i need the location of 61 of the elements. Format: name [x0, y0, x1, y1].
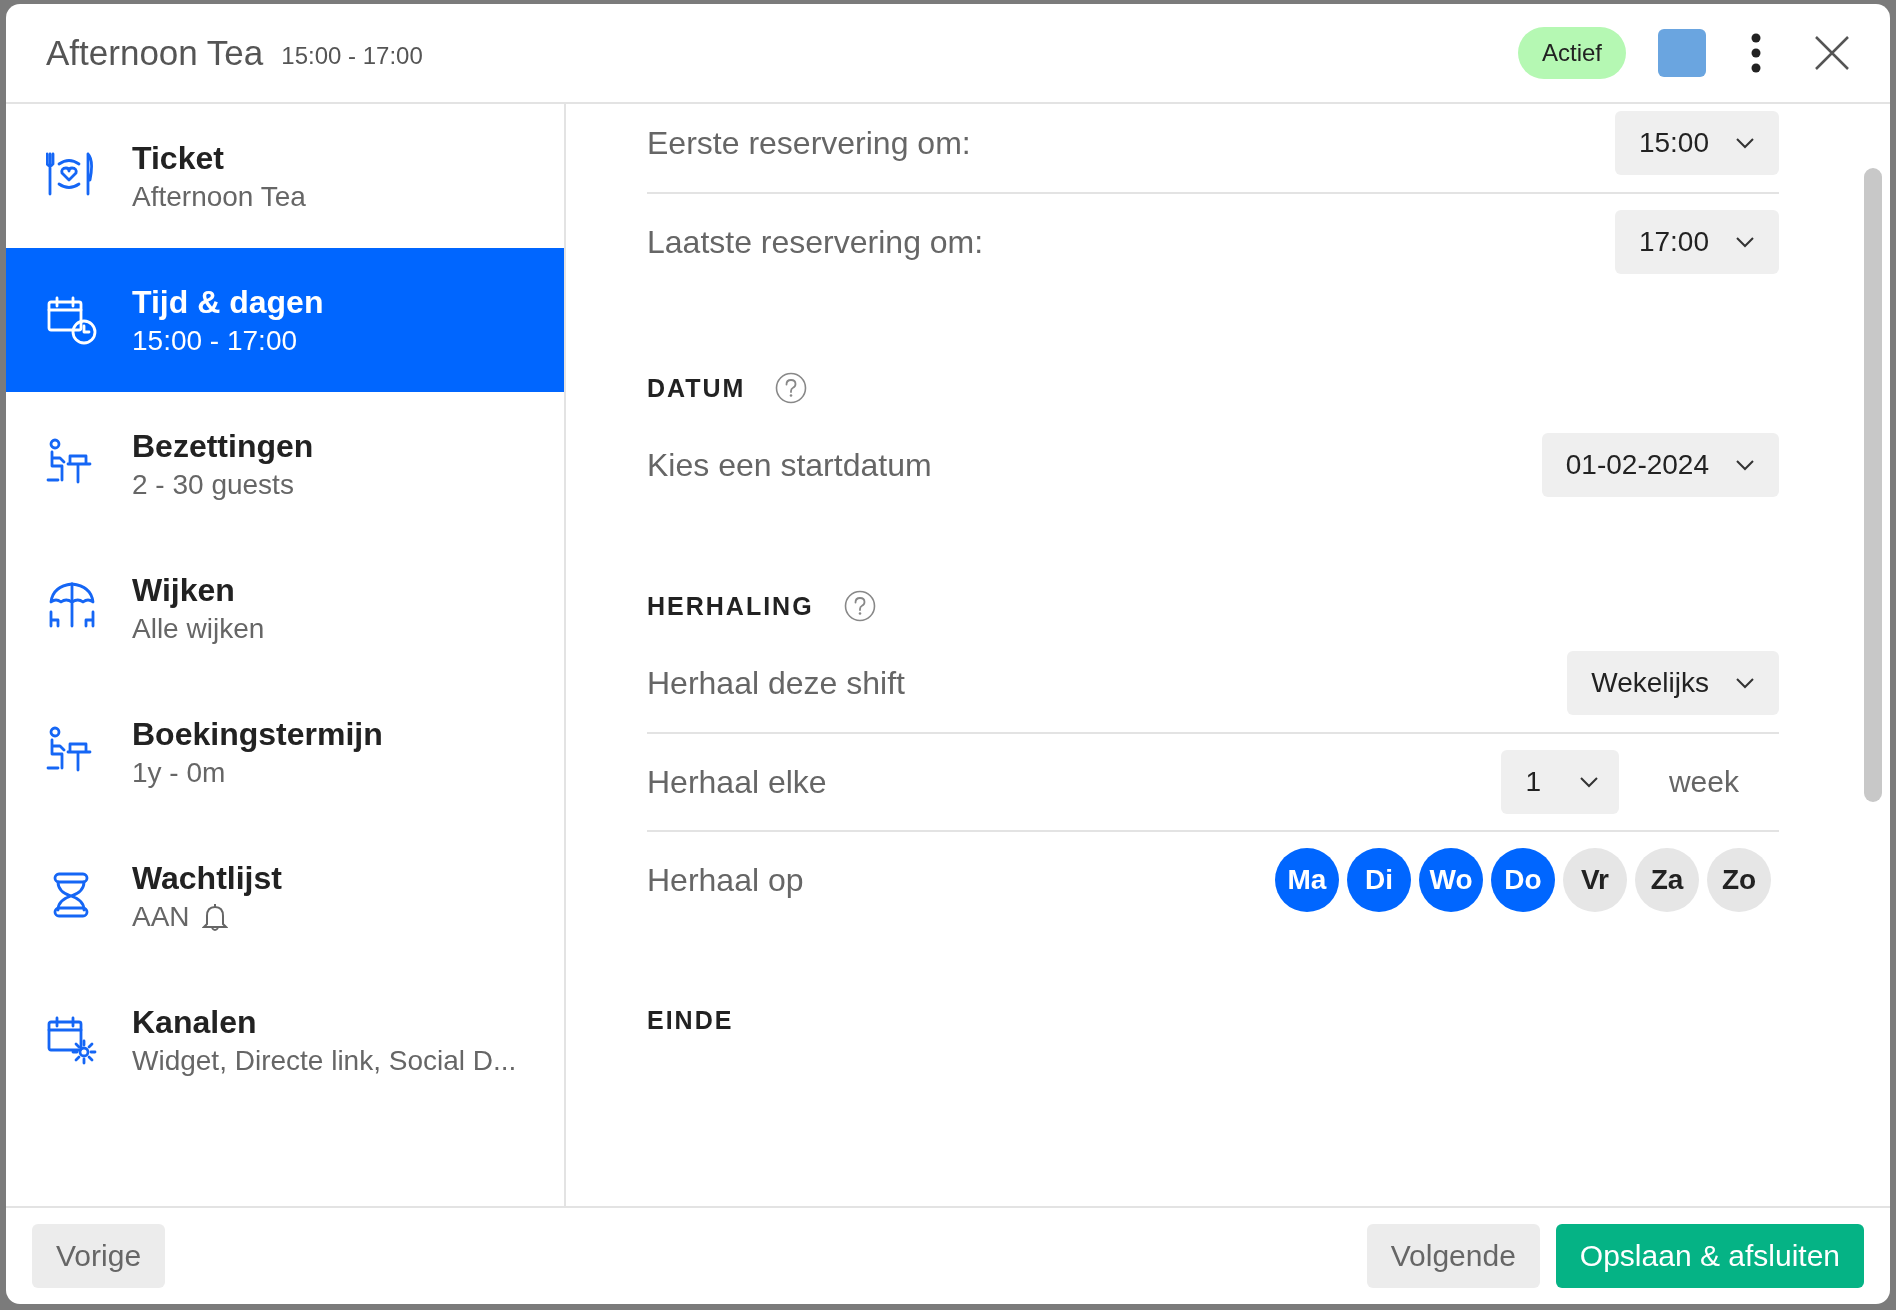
- section-heading: EINDE: [647, 1005, 734, 1035]
- back-button[interactable]: Vorige: [32, 1224, 166, 1288]
- calendar-gear-icon: [46, 1014, 98, 1066]
- field-label: Herhaal deze shift: [647, 664, 906, 702]
- chevron-down-icon: [1735, 137, 1755, 149]
- item-subtitle: Alle wijken: [132, 612, 265, 645]
- sidebar-item[interactable]: Ticket Afternoon Tea: [6, 104, 564, 248]
- item-subtitle: 15:00 - 17:00: [132, 324, 298, 357]
- day-toggle[interactable]: Za: [1635, 848, 1699, 912]
- scrollbar-thumb[interactable]: [1864, 168, 1882, 802]
- day-toggle[interactable]: Vr: [1563, 848, 1627, 912]
- dropdown[interactable]: 1: [1501, 750, 1619, 814]
- chevron-down-icon: [1735, 459, 1755, 471]
- next-button[interactable]: Volgende: [1366, 1224, 1540, 1288]
- status-badge: Actief: [1517, 27, 1626, 79]
- help-icon[interactable]: [775, 372, 808, 404]
- field-label: Herhaal elke: [647, 763, 828, 801]
- item-title: Kanalen: [132, 1003, 258, 1041]
- dropdown[interactable]: Wekelijks: [1567, 651, 1779, 715]
- dropdown[interactable]: 01-02-2024: [1541, 433, 1779, 497]
- day-toggle[interactable]: Zo: [1707, 848, 1771, 912]
- item-subtitle: 1y - 0m: [132, 756, 226, 789]
- section-heading: DATUM: [647, 373, 746, 403]
- field-label: Eerste reservering om:: [647, 124, 972, 162]
- day-toggle[interactable]: Do: [1491, 848, 1555, 912]
- dropdown[interactable]: 17:00: [1614, 210, 1779, 274]
- chevron-down-icon: [1578, 776, 1599, 788]
- day-toggle[interactable]: Wo: [1419, 848, 1483, 912]
- more-icon[interactable]: [1750, 33, 1762, 73]
- item-title: Tijd & dagen: [132, 283, 324, 321]
- field-label: Herhaal op: [647, 861, 805, 899]
- item-subtitle: Afternoon Tea: [132, 180, 306, 213]
- item-subtitle: 2 - 30 guests: [132, 468, 294, 501]
- day-toggle[interactable]: Ma: [1275, 848, 1339, 912]
- color-swatch[interactable]: [1658, 29, 1706, 77]
- calendar-clock-icon: [46, 294, 98, 346]
- item-title: Boekingstermijn: [132, 715, 383, 753]
- sidebar-item[interactable]: Boekingstermijn 1y - 0m: [6, 680, 564, 824]
- sidebar-item[interactable]: Tijd & dagen 15:00 - 17:00: [6, 248, 564, 392]
- sidebar-item[interactable]: Wijken Alle wijken: [6, 536, 564, 680]
- chevron-down-icon: [1735, 236, 1755, 248]
- sidebar-item[interactable]: Kanalen Widget, Directe link, Social D...: [6, 968, 564, 1112]
- section-heading: HERHALING: [647, 591, 814, 621]
- close-icon[interactable]: [1814, 35, 1850, 71]
- field-label: Laatste reservering om:: [647, 223, 985, 261]
- item-subtitle: AAN: [132, 900, 190, 933]
- unit-label: week: [1668, 765, 1739, 799]
- item-title: Bezettingen: [132, 427, 314, 465]
- item-title: Wijken: [132, 571, 236, 609]
- item-title: Wachtlijst: [132, 859, 282, 897]
- dropdown[interactable]: 15:00: [1614, 111, 1779, 175]
- sidebar-item[interactable]: Bezettingen 2 - 30 guests: [6, 392, 564, 536]
- sidebar-item[interactable]: Wachtlijst AAN: [6, 824, 564, 968]
- chevron-down-icon: [1735, 677, 1755, 689]
- item-subtitle: Widget, Directe link, Social D...: [132, 1044, 517, 1077]
- item-title: Ticket: [132, 139, 225, 177]
- dialog-time: 15:00 - 17:00: [281, 42, 423, 70]
- dialog-title: Afternoon Tea: [46, 33, 264, 73]
- day-toggle[interactable]: Di: [1347, 848, 1411, 912]
- field-label: Kies een startdatum: [647, 446, 933, 484]
- help-icon[interactable]: [843, 590, 876, 622]
